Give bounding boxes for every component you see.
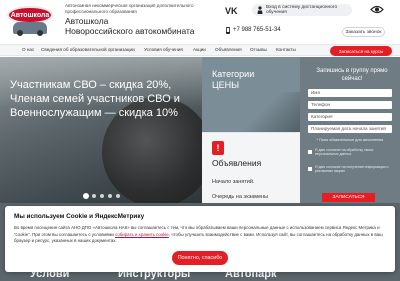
nav-item-about[interactable]: О нас (22, 47, 34, 52)
phone-field[interactable]: Телефон (308, 101, 392, 109)
announcement-item[interactable]: Очередь на экзамены (212, 194, 268, 200)
hero-slider[interactable]: Участникам СВО – скидка 20%, Членам семе… (0, 57, 202, 203)
slider-dot[interactable] (84, 194, 88, 198)
brand-line-2: Новороссийского автокомбината (65, 26, 195, 36)
nav-item-promotions[interactable]: Акции (193, 47, 206, 52)
visually-impaired-eye-icon[interactable] (370, 5, 384, 14)
slider-dot[interactable] (92, 194, 96, 198)
categories-tile[interactable]: Категории ЦЕНЫ (202, 57, 300, 132)
org-description: Автономная некоммерческая организация до… (65, 3, 194, 14)
slider-dot[interactable] (100, 194, 104, 198)
vk-icon[interactable]: VK (225, 6, 238, 16)
categories-title: Категории (212, 69, 255, 79)
cookie-banner: Мы используем Cookie и ЯндексМетрику Во … (5, 206, 395, 272)
enroll-button[interactable]: Записаться на курсы (330, 46, 392, 56)
ads-consent-text: Я даю согласие на получение информации о… (315, 165, 389, 174)
distance-learning-login-button[interactable]: Вход в систему дистанционного обучения (252, 4, 352, 16)
prices-label: ЦЕНЫ (212, 80, 240, 90)
consent-text: Я даю согласие на обработку своих персон… (315, 148, 374, 157)
main-nav: О нас Сведения об образовательной органи… (0, 44, 400, 56)
car-icon (13, 22, 47, 36)
nav-item-conditions[interactable]: Условия обучения (144, 47, 183, 52)
callback-button[interactable]: Заказать звонок (342, 27, 385, 37)
cookie-text: Во время посещения сайта АНО ДПО «Автошк… (14, 225, 388, 245)
form-title: Запишись в группу прямо сейчас! (316, 68, 388, 82)
announcement-item[interactable]: Начало занятий. (212, 179, 254, 185)
ads-consent-checkbox[interactable] (308, 167, 312, 171)
site-header: Автошкола Автономная некоммерческая орга… (0, 0, 400, 42)
name-field[interactable]: Имя (308, 89, 392, 97)
phone-icon (226, 27, 230, 34)
cookie-link[interactable]: собирать и хранить cookie (115, 232, 169, 237)
brand-line-1: Автошкола (65, 16, 109, 26)
logo[interactable]: Автошкола (5, 4, 55, 36)
cookie-title: Мы используем Cookie и ЯндексМетрику (14, 213, 145, 220)
slider-dot[interactable] (108, 194, 112, 198)
nav-item-reviews[interactable]: Отзывы (250, 47, 267, 52)
nav-item-contacts[interactable]: Контакты (276, 47, 296, 52)
submit-button[interactable]: ЗАПИСАТЬСЯ (322, 193, 375, 202)
hero-headline: Участникам СВО – скидка 20%, Членам семе… (10, 79, 180, 119)
brand-title[interactable]: Автошкола Новороссийского автокомбината (65, 16, 195, 36)
slider-dots (84, 194, 120, 198)
announcements-title: Объявления (212, 158, 262, 168)
slider-dot[interactable] (116, 194, 120, 198)
exclamation-icon: ! (212, 141, 224, 155)
nav-item-announcements[interactable]: Объявления (215, 47, 242, 52)
announcements-tile[interactable]: ! Объявления Начало занятий. Очередь на … (202, 132, 300, 203)
login-label: Вход в систему дистанционного обучения (266, 5, 338, 15)
person-icon (257, 6, 263, 14)
start-date-field[interactable]: Планируемая дата начала занятий (308, 125, 392, 133)
required-hint: * Поля обязательные для заполнения (316, 138, 384, 142)
category-select[interactable]: Категория (308, 113, 392, 121)
phone-number[interactable]: +7 988 765-51-34 (233, 27, 281, 33)
consent-checkbox[interactable] (308, 150, 312, 154)
nav-item-org-info[interactable]: Сведения об образовательной организации (41, 47, 135, 52)
cookie-accept-button[interactable]: Понятно, спасибо (172, 251, 228, 265)
signup-form: Запишись в группу прямо сейчас! Имя Теле… (300, 57, 400, 203)
